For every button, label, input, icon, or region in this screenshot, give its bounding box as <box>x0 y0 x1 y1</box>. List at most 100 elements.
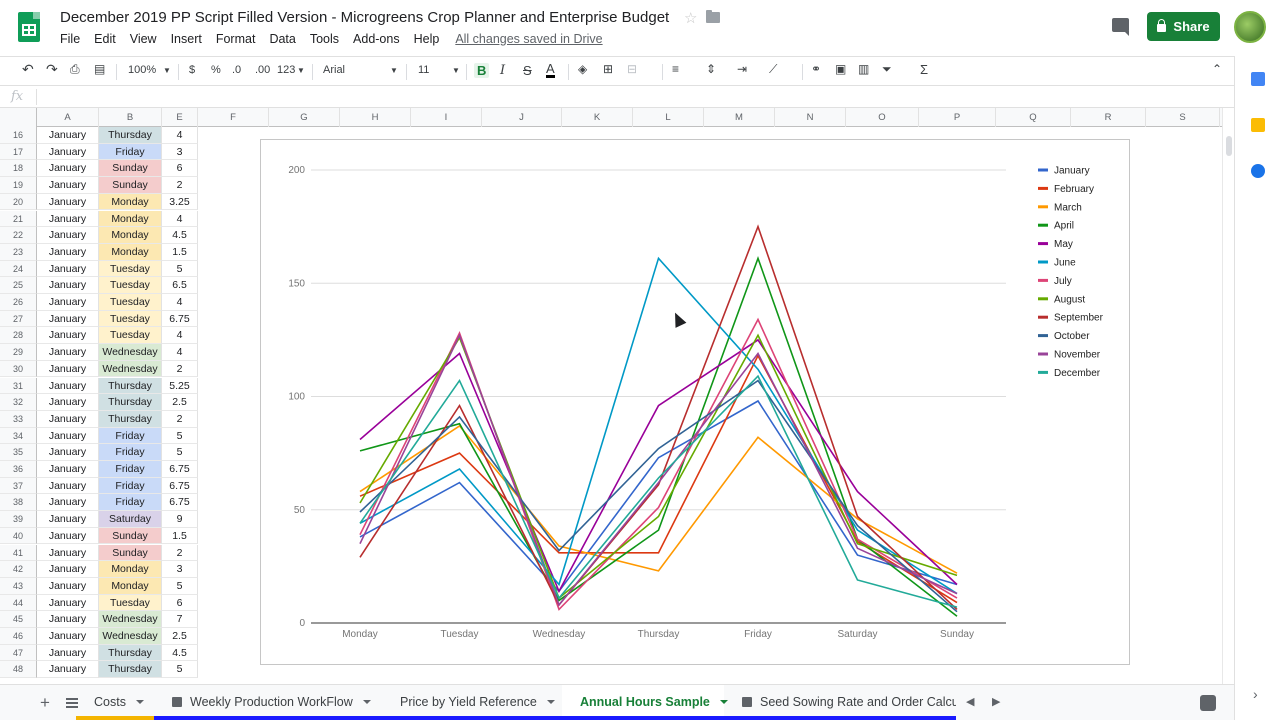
row-number[interactable]: 46 <box>0 628 37 645</box>
cell-hours[interactable]: 4.5 <box>162 644 198 662</box>
cell-month[interactable]: January <box>37 461 99 478</box>
add-sheet-icon[interactable]: + <box>40 693 50 713</box>
tasks-icon[interactable] <box>1251 164 1265 178</box>
cell-month[interactable]: January <box>37 611 99 628</box>
chevron-down-icon[interactable] <box>362 700 371 704</box>
cell-month[interactable]: January <box>37 644 99 662</box>
avatar[interactable] <box>1234 11 1266 43</box>
percent-button[interactable]: % <box>211 64 221 76</box>
cell-hours[interactable]: 6.75 <box>162 494 198 512</box>
row-number[interactable]: 42 <box>0 561 37 578</box>
column-header-k[interactable]: K <box>562 108 633 127</box>
column-header-h[interactable]: H <box>340 108 411 127</box>
explore-icon[interactable] <box>1200 695 1216 711</box>
menu-addons[interactable]: Add-ons <box>353 32 400 46</box>
column-header-i[interactable]: I <box>411 108 482 127</box>
row-number[interactable]: 32 <box>0 394 37 411</box>
currency-button[interactable]: $ <box>189 64 195 76</box>
row-number[interactable]: 22 <box>0 227 37 244</box>
row-number[interactable]: 23 <box>0 243 37 261</box>
cell-day[interactable]: Monday <box>99 577 162 595</box>
redo-icon[interactable]: ↷ <box>46 61 58 78</box>
align-horizontal-icon[interactable]: ≡ <box>672 62 679 76</box>
cell-day[interactable]: Friday <box>99 444 162 461</box>
tab-price-by-yield-reference[interactable]: Price by Yield Reference <box>382 685 562 720</box>
cell-day[interactable]: Sunday <box>99 527 162 545</box>
increase-decimal-button[interactable]: .00 <box>255 64 270 76</box>
text-rotation-icon[interactable]: ⟋ <box>769 62 777 77</box>
paint-format-icon[interactable]: ▤ <box>94 62 105 76</box>
cell-hours[interactable]: 2 <box>162 360 198 378</box>
row-number[interactable]: 19 <box>0 177 37 194</box>
column-header-g[interactable]: G <box>269 108 340 127</box>
cell-month[interactable]: January <box>37 594 99 612</box>
cell-month[interactable]: January <box>37 127 99 144</box>
cell-day[interactable]: Wednesday <box>99 344 162 361</box>
cell-day[interactable]: Monday <box>99 243 162 261</box>
undo-icon[interactable]: ↶ <box>22 61 34 78</box>
chevron-down-icon[interactable]: ▼ <box>452 66 460 75</box>
cell-month[interactable]: January <box>37 410 99 428</box>
cell-hours[interactable]: 4 <box>162 294 198 311</box>
cell-hours[interactable]: 2 <box>162 177 198 194</box>
row-number[interactable]: 37 <box>0 477 37 495</box>
row-number[interactable]: 31 <box>0 377 37 395</box>
chevron-down-icon[interactable]: ▼ <box>297 66 305 75</box>
row-number[interactable]: 27 <box>0 310 37 328</box>
collapse-toolbar-icon[interactable]: ⌃ <box>1212 62 1222 76</box>
column-header-r[interactable]: R <box>1071 108 1146 127</box>
chevron-down-icon[interactable]: ▼ <box>390 66 398 75</box>
menu-tools[interactable]: Tools <box>310 32 339 46</box>
cell-month[interactable]: January <box>37 544 99 562</box>
cell-month[interactable]: January <box>37 227 99 244</box>
cell-day[interactable]: Wednesday <box>99 628 162 645</box>
cell-day[interactable]: Tuesday <box>99 327 162 345</box>
cell-hours[interactable]: 6.5 <box>162 277 198 294</box>
cell-day[interactable]: Friday <box>99 461 162 478</box>
row-number[interactable]: 44 <box>0 594 37 612</box>
cell-day[interactable]: Sunday <box>99 177 162 194</box>
cell-month[interactable]: January <box>37 427 99 445</box>
column-header-q[interactable]: Q <box>996 108 1071 127</box>
menu-view[interactable]: View <box>130 32 157 46</box>
cell-hours[interactable]: 1.5 <box>162 243 198 261</box>
vertical-scrollbar[interactable] <box>1222 108 1234 684</box>
cell-hours[interactable]: 4 <box>162 127 198 144</box>
filter-icon[interactable]: ⏷ <box>882 62 892 77</box>
save-status[interactable]: All changes saved in Drive <box>455 32 602 46</box>
row-number[interactable]: 26 <box>0 294 37 311</box>
cell-day[interactable]: Friday <box>99 143 162 161</box>
cell-day[interactable]: Thursday <box>99 661 162 679</box>
row-number[interactable]: 38 <box>0 494 37 512</box>
chevron-right-icon[interactable]: › <box>1253 686 1258 702</box>
cell-day[interactable]: Friday <box>99 494 162 512</box>
cell-hours[interactable]: 5 <box>162 661 198 679</box>
column-header-a[interactable]: A <box>37 108 99 127</box>
row-number[interactable]: 20 <box>0 193 37 211</box>
chevron-down-icon[interactable]: ▼ <box>163 66 171 75</box>
cell-month[interactable]: January <box>37 511 99 528</box>
menu-format[interactable]: Format <box>216 32 256 46</box>
row-number[interactable]: 18 <box>0 160 37 178</box>
cell-month[interactable]: January <box>37 260 99 278</box>
cell-hours[interactable]: 1.5 <box>162 527 198 545</box>
borders-icon[interactable]: ⊞ <box>603 62 613 76</box>
chevron-down-icon[interactable] <box>135 700 144 704</box>
row-number[interactable]: 45 <box>0 611 37 628</box>
cell-hours[interactable]: 5 <box>162 260 198 278</box>
tab-costs[interactable]: Costs <box>76 685 154 720</box>
line-chart[interactable]: 0 50 100 150 200 Monday Tuesday Wednesday Thursd… <box>261 140 1129 664</box>
cell-hours[interactable]: 5.25 <box>162 377 198 395</box>
text-color-button[interactable]: A <box>546 62 555 78</box>
cell-day[interactable]: Friday <box>99 427 162 445</box>
cell-day[interactable]: Thursday <box>99 377 162 395</box>
tab-annual-hours-sample[interactable]: Annual Hours Sample <box>562 685 728 720</box>
cell-hours[interactable]: 2.5 <box>162 628 198 645</box>
row-number[interactable]: 25 <box>0 277 37 294</box>
align-vertical-icon[interactable]: ⇕ <box>706 62 716 76</box>
cell-hours[interactable]: 5 <box>162 444 198 461</box>
cell-month[interactable]: January <box>37 561 99 578</box>
cell-month[interactable]: January <box>37 160 99 178</box>
cell-hours[interactable]: 6 <box>162 160 198 178</box>
cell-hours[interactable]: 3.25 <box>162 193 198 211</box>
